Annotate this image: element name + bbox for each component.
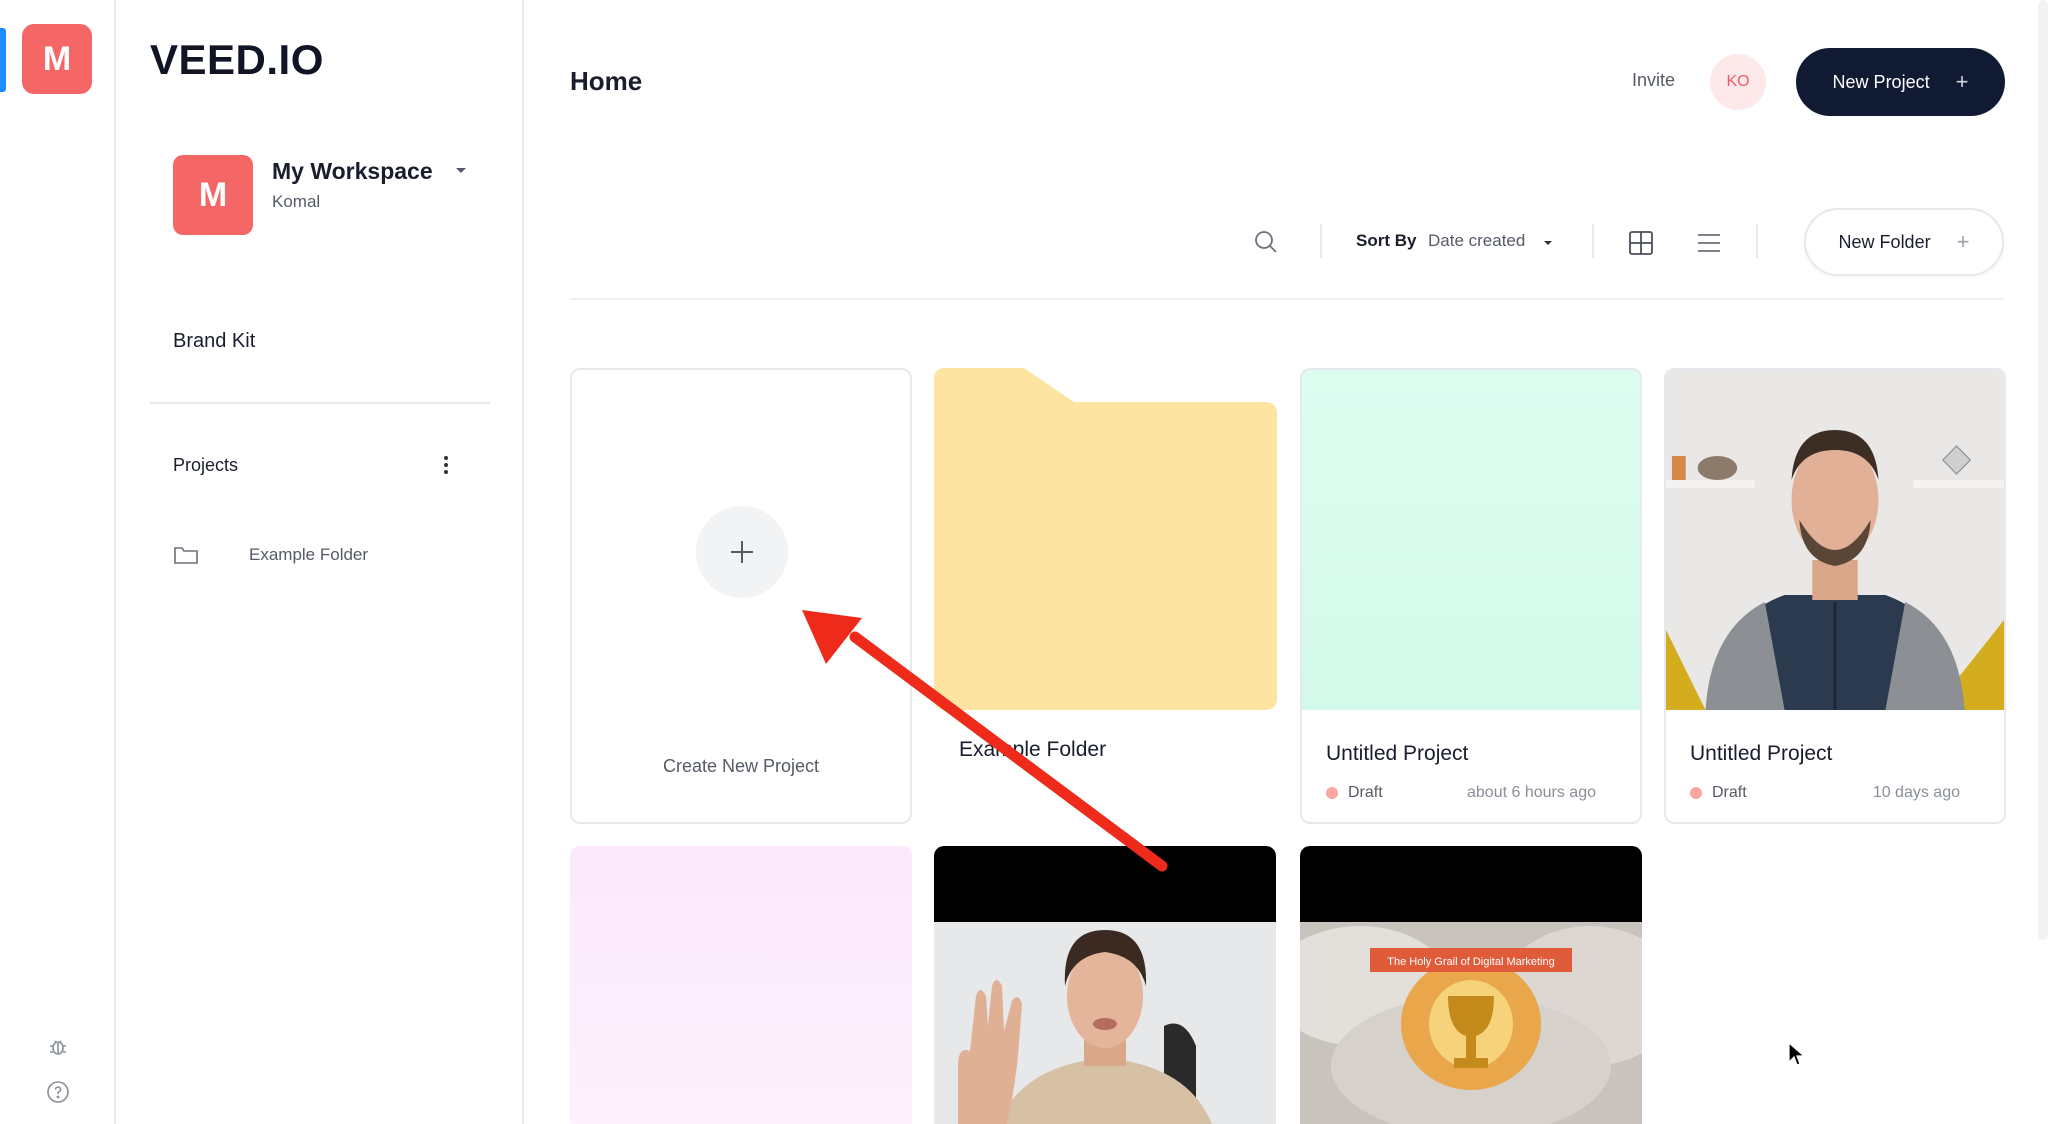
list-view-icon[interactable] [1696,232,1722,254]
folder-card-label[interactable]: Example Folder [959,738,1106,762]
folder-card[interactable] [934,368,1277,788]
project-status: Draft [1690,784,1747,802]
status-dot [1690,787,1702,799]
invite-button[interactable]: Invite [1632,70,1675,91]
sidebar: VEED.IO M My Workspace Komal Brand Kit P… [116,0,524,1124]
plus-icon: + [1955,69,1969,94]
status-label: Draft [1348,784,1383,801]
workspace-user: Komal [272,192,321,211]
project-card[interactable] [570,846,912,1124]
create-new-project-label: Create New Project [662,756,820,776]
more-options-icon[interactable] [436,452,456,478]
left-rail: M [0,0,116,1124]
project-timestamp: 10 days ago [1872,784,1960,801]
page-title: Home [570,66,643,96]
grid-view-icon[interactable] [1628,230,1654,256]
sidebar-item-brand-kit[interactable]: Brand Kit [173,330,255,353]
toolbar-separator [1320,224,1322,258]
new-folder-label: New Folder [1838,231,1931,252]
sort-by-label: Sort By [1356,231,1417,250]
plus-icon[interactable] [696,506,788,598]
help-icon[interactable] [44,1078,72,1106]
project-card[interactable]: Untitled Project Draft about 6 hours ago [1300,368,1642,824]
cursor-icon [1788,1042,1806,1066]
thumbnail-banner-text: The Holy Grail of Digital Marketing [1387,956,1555,968]
new-project-label: New Project [1832,71,1930,92]
project-thumbnail [934,846,1276,1124]
content-divider [570,298,2004,300]
sidebar-item-example-folder[interactable]: Example Folder [173,540,473,570]
project-title[interactable]: Untitled Project [1326,742,1468,766]
status-label: Draft [1712,784,1747,801]
app-root: M VEED.IO M My Workspace Komal Brand Kit… [0,0,2048,1124]
chevron-down-icon[interactable] [1542,237,1554,249]
sort-by-dropdown[interactable]: Date created [1428,231,1525,251]
folder-shape [934,368,1277,710]
project-thumbnail [1302,370,1640,710]
chevron-down-icon[interactable] [454,164,468,178]
project-card[interactable]: The Holy Grail of Digital Marketing [1300,846,1642,1124]
toolbar-separator [1592,224,1594,258]
folder-label: Example Folder [249,545,369,564]
project-thumbnail [570,846,912,1124]
project-title[interactable]: Untitled Project [1690,742,1832,766]
workspace-name[interactable]: My Workspace [272,158,433,185]
workspace-avatar[interactable]: M [173,155,253,235]
folder-icon [174,547,198,564]
project-thumbnail: The Holy Grail of Digital Marketing [1300,846,1642,1124]
toolbar-separator [1756,224,1758,258]
search-icon[interactable] [1252,228,1280,256]
status-dot [1326,787,1338,799]
projects-heading[interactable]: Projects [173,455,238,476]
new-folder-button[interactable]: New Folder + [1804,208,2004,276]
new-project-button[interactable]: New Project + [1796,48,2005,116]
veed-logo[interactable]: VEED.IO [150,36,324,84]
project-card[interactable]: Untitled Project Draft 10 days ago [1664,368,2006,824]
sidebar-divider [150,402,490,404]
workspace-switcher-avatar[interactable]: M [22,24,92,94]
rail-active-indicator [0,28,6,92]
project-card[interactable] [934,846,1276,1124]
project-thumbnail [1666,370,2004,710]
plus-icon: + [1956,229,1970,254]
create-new-project-card[interactable]: Create New Project [570,368,912,824]
project-timestamp: about 6 hours ago [1467,784,1596,801]
scrollbar[interactable] [2038,0,2048,940]
user-avatar[interactable]: KO [1710,54,1766,110]
bug-icon[interactable] [44,1032,72,1060]
project-status: Draft [1326,784,1383,802]
